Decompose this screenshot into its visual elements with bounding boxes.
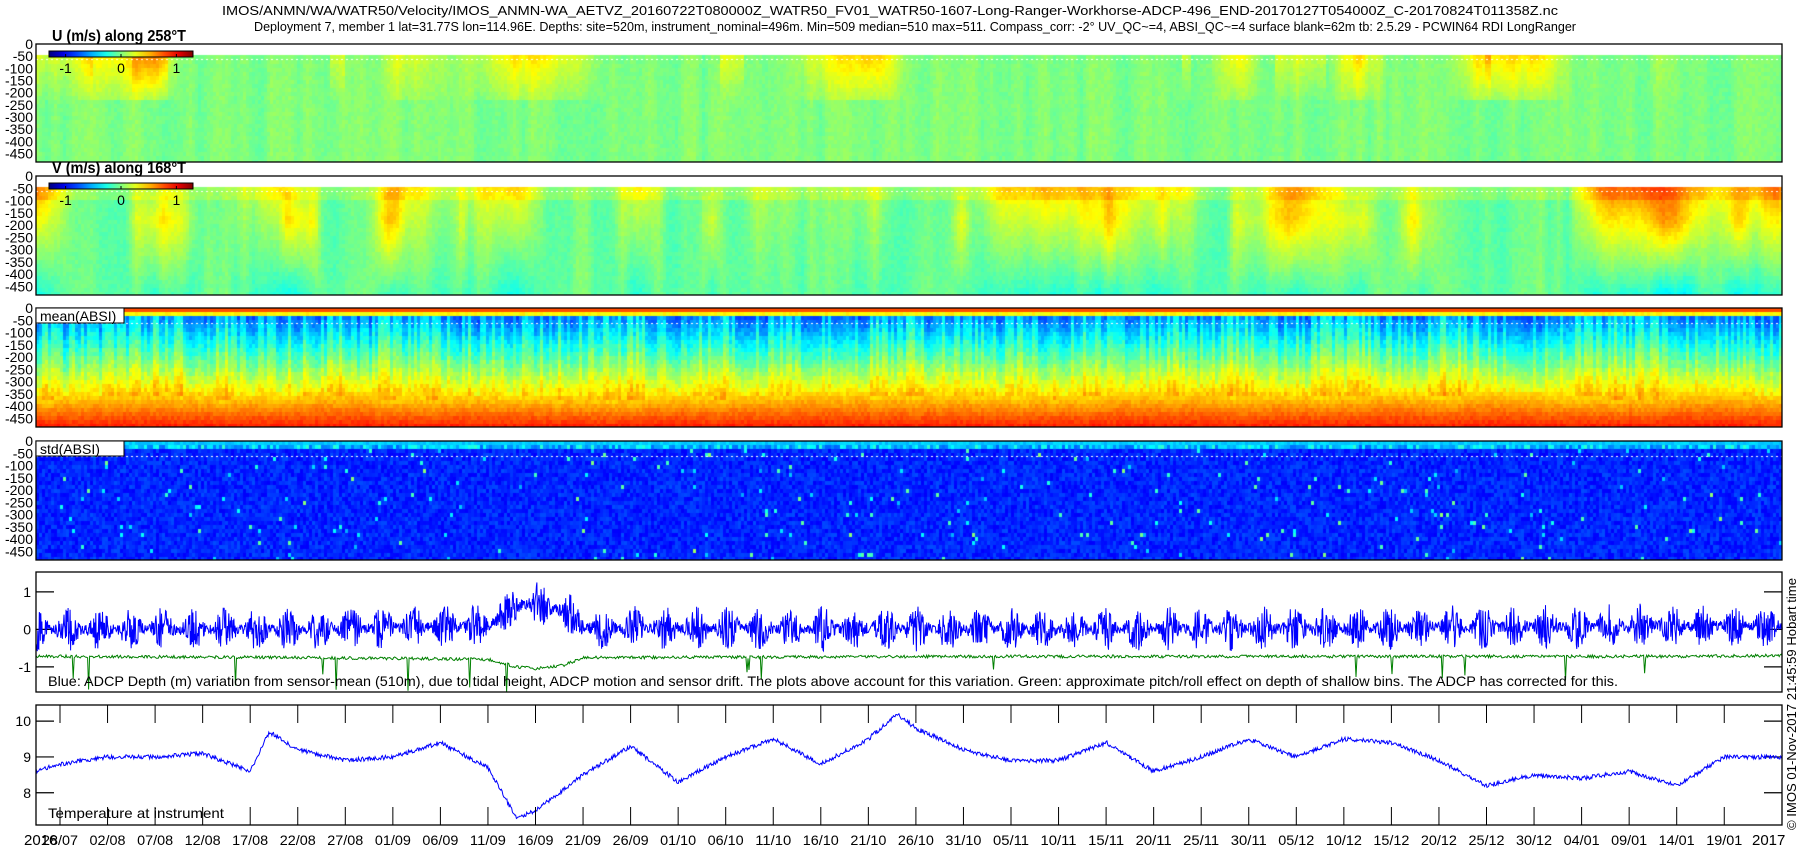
x-tick-label: 25/12 xyxy=(1469,832,1505,848)
u-panel-title: U (m/s) along 258°T xyxy=(52,28,186,45)
x-tick-label: 12/08 xyxy=(185,832,221,848)
depth-series-blue xyxy=(35,582,1783,653)
x-tick-label: 19/01 xyxy=(1706,832,1742,848)
temp-ytick-label: 10 xyxy=(15,713,31,729)
std-panel-frame xyxy=(35,440,1783,561)
adcp-plot-figure: IMOS/ANMN/WA/WATR50/Velocity/IMOS_ANMN-W… xyxy=(0,0,1800,850)
u-colorbar-label: -1 xyxy=(59,60,72,76)
u-ytick-label: -450 xyxy=(5,145,33,161)
x-tick-label: 31/10 xyxy=(945,832,981,848)
depth-ytick-label: 0 xyxy=(23,621,31,637)
u-colorbar-label: 1 xyxy=(172,60,180,76)
x-tick-label: 11/10 xyxy=(755,832,791,848)
depth-ytick-label: 1 xyxy=(23,584,31,600)
u-colorbar-label: 0 xyxy=(117,60,125,76)
year-start-label: 2016 xyxy=(24,832,57,849)
x-tick-label: 25/11 xyxy=(1183,832,1219,848)
x-tick-label: 26/10 xyxy=(898,832,934,848)
x-tick-label: 06/09 xyxy=(422,832,458,848)
v-panel-frame xyxy=(35,175,1783,296)
x-tick-label: 06/10 xyxy=(708,832,744,848)
temp-ytick-label: 8 xyxy=(23,785,31,801)
v-colorbar-label: 1 xyxy=(172,192,180,208)
mean-absi-label: mean(ABSI) xyxy=(40,308,116,324)
x-tick-label: 10/12 xyxy=(1326,832,1362,848)
x-tick-label: 22/08 xyxy=(280,832,316,848)
x-tick-label: 20/11 xyxy=(1136,832,1172,848)
x-tick-label: 17/08 xyxy=(232,832,268,848)
x-tick-label: 11/09 xyxy=(470,832,506,848)
x-tick-label: 09/01 xyxy=(1611,832,1647,848)
u-panel-frame xyxy=(35,43,1783,163)
x-tick-label: 04/01 xyxy=(1564,832,1600,848)
year-end-label: 2017 xyxy=(1752,832,1785,849)
plot-overlay: IMOS/ANMN/WA/WATR50/Velocity/IMOS_ANMN-W… xyxy=(5,4,1799,849)
x-tick-label: 01/09 xyxy=(375,832,411,848)
v-panel-title: V (m/s) along 168°T xyxy=(52,160,186,177)
x-tick-label: 14/01 xyxy=(1659,832,1695,848)
x-tick-label: 10/11 xyxy=(1041,832,1077,848)
v-ytick-label: -450 xyxy=(5,278,33,294)
x-tick-label: 30/11 xyxy=(1231,832,1267,848)
x-tick-label: 27/08 xyxy=(327,832,363,848)
v-colorbar-label: 0 xyxy=(117,192,125,208)
x-tick-label: 15/11 xyxy=(1088,832,1124,848)
x-tick-label: 01/10 xyxy=(660,832,696,848)
imos-timestamp: © IMOS 01-Nov-2017 21:45:59 Hobart time xyxy=(1785,578,1799,830)
std-ytick-label: -450 xyxy=(5,543,33,559)
x-tick-label: 20/12 xyxy=(1421,832,1457,848)
x-tick-label: 07/08 xyxy=(137,832,173,848)
std-absi-label: std(ABSI) xyxy=(40,441,100,457)
temperature-label: Temperature at instrument xyxy=(48,805,224,821)
figure-title-line1: IMOS/ANMN/WA/WATR50/Velocity/IMOS_ANMN-W… xyxy=(222,4,1558,18)
x-tick-label: 02/08 xyxy=(90,832,126,848)
depth-ytick-label: -1 xyxy=(19,659,32,675)
temp-ytick-label: 9 xyxy=(23,749,31,765)
x-tick-label: 16/10 xyxy=(803,832,839,848)
x-tick-label: 05/12 xyxy=(1278,832,1314,848)
x-tick-label: 30/12 xyxy=(1516,832,1552,848)
x-tick-label: 15/12 xyxy=(1373,832,1409,848)
x-tick-label: 26/09 xyxy=(613,832,649,848)
x-tick-label: 21/09 xyxy=(565,832,601,848)
x-tick-label: 21/10 xyxy=(850,832,886,848)
v-colorbar-label: -1 xyxy=(59,192,72,208)
x-tick-label: 16/09 xyxy=(518,832,554,848)
mean-ytick-label: -450 xyxy=(5,410,33,426)
figure-title-line2: Deployment 7, member 1 lat=31.77S lon=11… xyxy=(254,20,1576,34)
x-tick-label: 05/11 xyxy=(993,832,1029,848)
depth-caption: Blue: ADCP Depth (m) variation from sens… xyxy=(48,673,1618,689)
mean-panel-frame xyxy=(35,307,1783,428)
temperature-series xyxy=(35,712,1783,820)
